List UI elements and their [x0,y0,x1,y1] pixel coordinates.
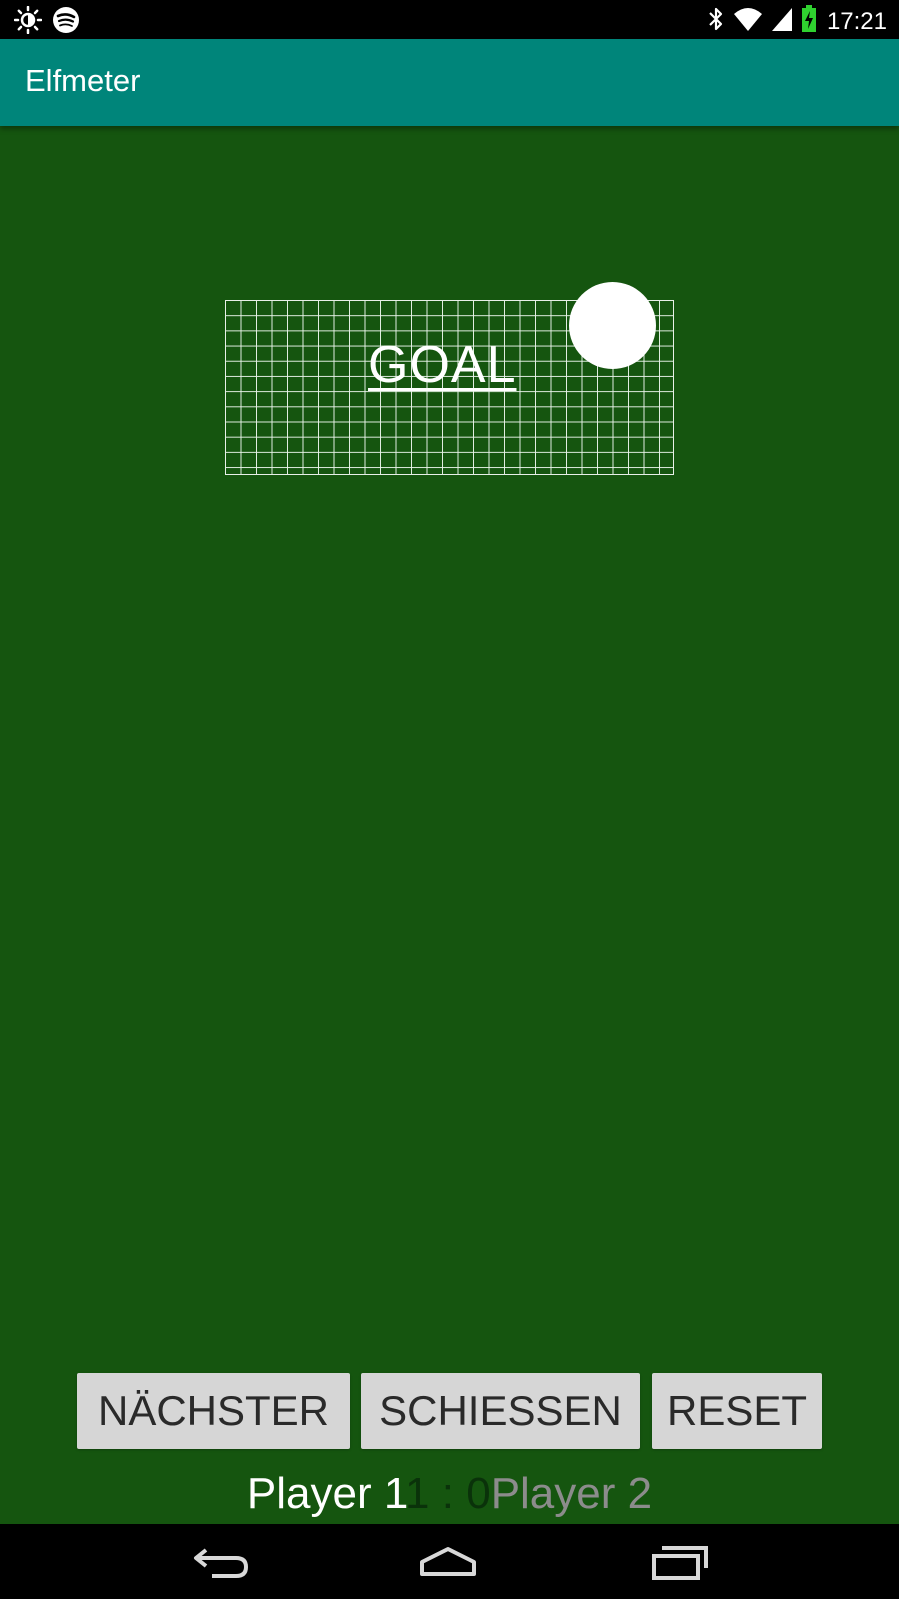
scoreboard: Player 11 : 0Player 2 [0,1466,899,1522]
status-right-icons: 17:21 [707,5,887,38]
player2-score: 0 [466,1469,491,1518]
game-field[interactable]: GOAL [0,126,899,1524]
status-left-icons [13,5,80,39]
battery-charging-icon [801,5,817,38]
score-separator: : [429,1469,467,1518]
ball[interactable] [569,282,656,369]
reset-button[interactable]: RESET [652,1373,822,1449]
signal-icon [771,6,793,37]
player1-score: 1 [405,1469,430,1518]
app-title: Elfmeter [25,63,141,98]
player2-name: Player 2 [490,1469,653,1518]
bluetooth-icon [707,5,725,38]
status-time: 17:21 [826,7,887,35]
control-buttons: NÄCHSTER SCHIESSEN RESET [0,1373,899,1450]
player1-name: Player 1 [246,1469,406,1518]
navigation-bar [0,1524,899,1599]
status-bar: 17:21 [0,0,899,39]
shoot-button[interactable]: SCHIESSEN [361,1373,640,1449]
next-button[interactable]: NÄCHSTER [77,1373,350,1449]
home-icon[interactable] [418,1540,478,1589]
back-icon[interactable] [192,1540,252,1589]
wifi-icon [733,6,763,37]
goal-label: GOAL [368,336,517,394]
spotify-icon [52,6,80,39]
app-bar: Elfmeter [0,39,899,126]
recents-icon[interactable] [650,1540,710,1589]
brightness-icon [13,5,43,39]
